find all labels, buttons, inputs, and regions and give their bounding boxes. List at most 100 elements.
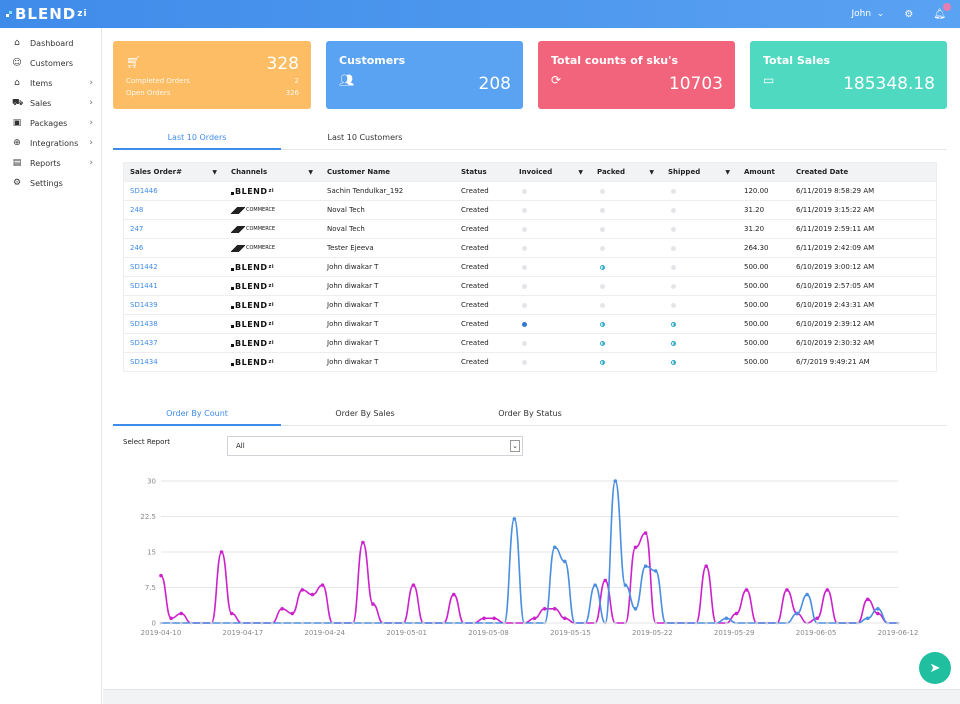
sales-order-link[interactable]: 248 bbox=[130, 206, 143, 214]
data-point[interactable] bbox=[331, 621, 335, 625]
data-point[interactable] bbox=[876, 607, 880, 611]
sidebar-item-sales[interactable]: ⛟ Sales › bbox=[0, 93, 101, 113]
data-point[interactable] bbox=[825, 588, 830, 592]
sidebar-item-packages[interactable]: ▣ Packages › bbox=[0, 113, 101, 133]
data-point[interactable] bbox=[876, 611, 880, 616]
data-point[interactable] bbox=[563, 559, 567, 564]
data-point[interactable] bbox=[694, 621, 698, 625]
data-point[interactable] bbox=[704, 564, 708, 568]
table-row[interactable]: SD1446 BLEND zi Sachin Tendulkar_192 Created… bbox=[124, 181, 936, 200]
data-point[interactable] bbox=[583, 621, 587, 625]
tab-order-by-status[interactable]: Order By Status bbox=[449, 406, 611, 426]
data-point[interactable] bbox=[290, 621, 294, 625]
data-point[interactable] bbox=[765, 621, 769, 625]
table-row[interactable]: 248 COMMERCE Noval Tech Created 31.20 6/11/20… bbox=[124, 200, 936, 219]
data-point[interactable] bbox=[633, 607, 638, 611]
data-point[interactable] bbox=[865, 616, 870, 621]
data-point[interactable] bbox=[199, 621, 203, 625]
sales-order-link[interactable]: SD1437 bbox=[130, 339, 158, 347]
col-created-date[interactable]: Created Date bbox=[790, 163, 936, 181]
data-point[interactable] bbox=[755, 621, 759, 625]
data-point[interactable] bbox=[865, 597, 870, 602]
settings-gear-icon[interactable]: ⚙ bbox=[904, 9, 913, 20]
col-amount[interactable]: Amount bbox=[738, 163, 790, 181]
sidebar-item-items[interactable]: ⌂ Items › bbox=[0, 73, 101, 93]
orders-card[interactable]: 🛒︎ 328 Completed Orders 2 Open Orders 326 bbox=[113, 41, 311, 109]
report-select[interactable]: All ⌄ bbox=[227, 436, 523, 456]
data-point[interactable] bbox=[290, 611, 295, 616]
data-point[interactable] bbox=[220, 621, 223, 625]
data-point[interactable] bbox=[543, 621, 547, 625]
data-point[interactable] bbox=[593, 621, 597, 625]
table-row[interactable]: SD1438 BLEND zi John diwakar T Created 500.00… bbox=[124, 314, 936, 333]
data-point[interactable] bbox=[552, 545, 557, 550]
col-channels[interactable]: Channels ▼ bbox=[225, 163, 321, 181]
data-point[interactable] bbox=[886, 621, 890, 625]
data-point[interactable] bbox=[815, 616, 820, 621]
data-point[interactable] bbox=[795, 611, 799, 616]
sales-order-link[interactable]: 246 bbox=[130, 244, 143, 252]
sidebar-item-integrations[interactable]: ⊕ Integrations › bbox=[0, 133, 101, 153]
data-point[interactable] bbox=[684, 621, 688, 625]
customers-card[interactable]: Customers 👥︎ 208 bbox=[326, 41, 523, 109]
data-point[interactable] bbox=[633, 545, 638, 550]
data-point[interactable] bbox=[512, 621, 516, 625]
data-point[interactable] bbox=[451, 592, 456, 597]
sales-order-link[interactable]: SD1446 bbox=[130, 187, 158, 195]
data-point[interactable] bbox=[573, 621, 577, 625]
table-row[interactable]: SD1441 BLEND zi John diwakar T Created 500.00… bbox=[124, 276, 936, 295]
data-point[interactable] bbox=[411, 583, 416, 587]
sidebar-item-dashboard[interactable]: ⌂ Dashboard bbox=[0, 33, 101, 53]
sales-order-link[interactable]: SD1442 bbox=[130, 263, 158, 271]
data-point[interactable] bbox=[775, 621, 779, 625]
data-point[interactable] bbox=[613, 621, 617, 625]
data-point[interactable] bbox=[674, 621, 678, 625]
data-point[interactable] bbox=[280, 621, 284, 625]
data-point[interactable] bbox=[311, 621, 314, 625]
notification-bell-icon[interactable]: 🔔︎ bbox=[933, 2, 951, 20]
table-row[interactable]: 247 COMMERCE Noval Tech Created 31.20 6/11/20… bbox=[124, 219, 936, 238]
sales-order-link[interactable]: SD1441 bbox=[130, 282, 158, 290]
data-point[interactable] bbox=[654, 621, 658, 625]
data-point[interactable] bbox=[745, 621, 748, 625]
data-point[interactable] bbox=[169, 616, 173, 621]
data-point[interactable] bbox=[321, 621, 324, 625]
data-point[interactable] bbox=[623, 583, 628, 587]
data-point[interactable] bbox=[714, 621, 718, 625]
data-point[interactable] bbox=[472, 621, 476, 625]
data-point[interactable] bbox=[250, 621, 254, 625]
data-point[interactable] bbox=[846, 621, 849, 625]
data-point[interactable] bbox=[442, 621, 446, 625]
data-point[interactable] bbox=[805, 621, 809, 625]
sales-order-link[interactable]: SD1438 bbox=[130, 320, 158, 328]
data-point[interactable] bbox=[724, 616, 729, 621]
sku-card[interactable]: Total counts of sku's ⟳ 10703 bbox=[538, 41, 735, 109]
sidebar-item-reports[interactable]: ▤ Reports › bbox=[0, 153, 101, 173]
data-point[interactable] bbox=[371, 621, 375, 625]
data-point[interactable] bbox=[401, 621, 405, 625]
tab-order-by-sales[interactable]: Order By Sales bbox=[281, 406, 449, 426]
app-logo[interactable]: BLEND zi bbox=[6, 5, 88, 23]
data-point[interactable] bbox=[169, 621, 173, 625]
sidebar-item-settings[interactable]: ⚙ Settings bbox=[0, 173, 101, 193]
data-point[interactable] bbox=[210, 621, 213, 625]
data-point[interactable] bbox=[230, 621, 234, 625]
data-point[interactable] bbox=[422, 621, 425, 625]
col-status[interactable]: Status bbox=[455, 163, 513, 181]
data-point[interactable] bbox=[653, 569, 658, 573]
data-point[interactable] bbox=[300, 588, 305, 592]
tab-order-by-count[interactable]: Order By Count bbox=[113, 406, 281, 426]
data-point[interactable] bbox=[533, 621, 536, 625]
data-point[interactable] bbox=[523, 621, 526, 625]
data-point[interactable] bbox=[542, 607, 547, 611]
data-point[interactable] bbox=[532, 616, 537, 621]
data-point[interactable] bbox=[896, 621, 900, 625]
data-point[interactable] bbox=[836, 621, 839, 625]
table-row[interactable]: SD1437 BLEND zi John diwakar T Created 500.00… bbox=[124, 333, 936, 352]
col-invoiced[interactable]: Invoiced ▼ bbox=[513, 163, 591, 181]
data-point[interactable] bbox=[856, 621, 860, 625]
table-row[interactable]: SD1439 BLEND zi John diwakar T Created 500.00… bbox=[124, 295, 936, 314]
data-point[interactable] bbox=[603, 621, 607, 625]
data-point[interactable] bbox=[159, 621, 163, 625]
data-point[interactable] bbox=[260, 621, 264, 625]
